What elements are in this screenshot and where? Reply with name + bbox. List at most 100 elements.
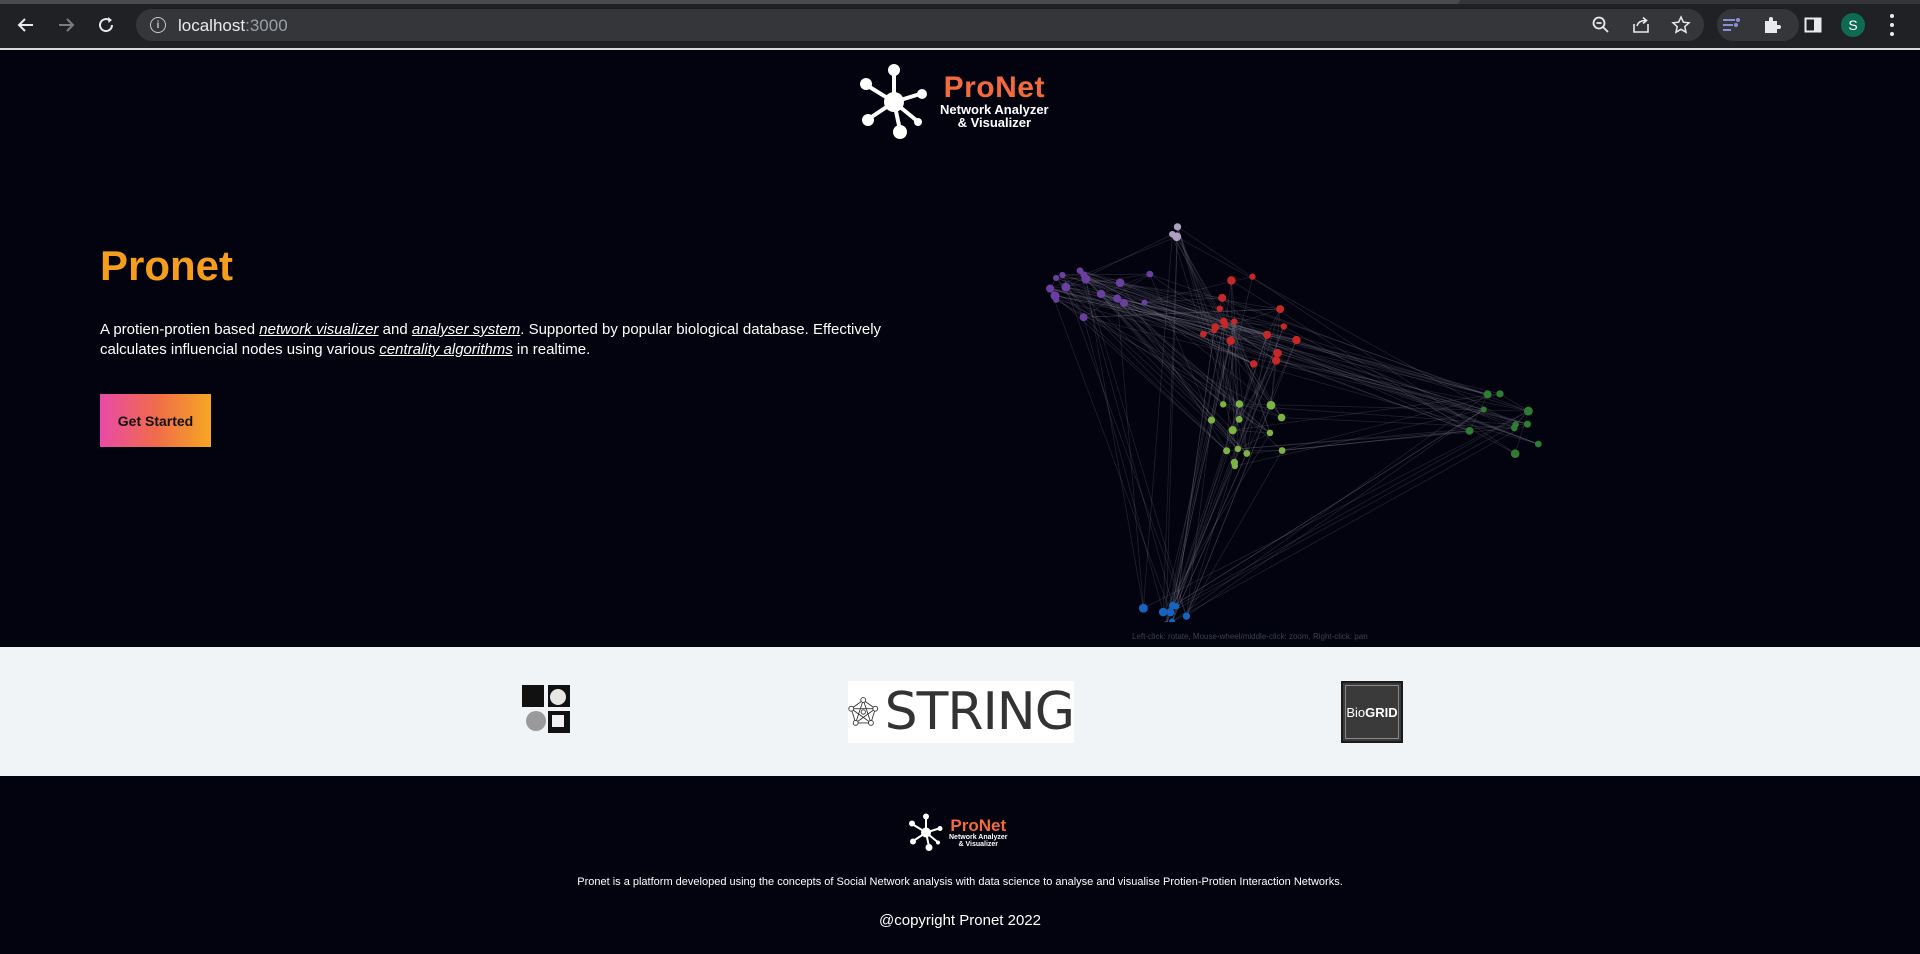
graph-node[interactable] (1113, 294, 1122, 303)
star-icon[interactable] (1670, 14, 1692, 36)
graph-node[interactable] (1271, 356, 1281, 365)
graph-node[interactable] (1512, 421, 1519, 428)
graph-node[interactable] (1277, 413, 1286, 422)
share-icon[interactable] (1630, 14, 1652, 36)
graph-node[interactable] (1059, 271, 1066, 279)
dip-database-logo-icon (522, 685, 570, 733)
graph-node[interactable] (1249, 273, 1256, 280)
graph-node[interactable] (1496, 390, 1504, 398)
footer-brand-name: ProNet (950, 815, 1007, 835)
tab-strip (0, 0, 1920, 4)
logo-wordmark: ProNet Network Analyzer & Visualizer (940, 73, 1049, 130)
graph-node[interactable] (1158, 607, 1168, 617)
url-text[interactable]: localhost:3000 (178, 16, 288, 36)
graph-node[interactable] (1292, 335, 1301, 345)
graph-node[interactable] (1243, 449, 1251, 457)
graph-node[interactable] (1218, 293, 1227, 302)
graph-edge (1175, 326, 1285, 607)
puzzle-icon[interactable] (1761, 14, 1783, 36)
dip-database-logo[interactable] (522, 681, 574, 735)
graph-node[interactable] (1228, 426, 1237, 435)
media-controls-icon[interactable] (1721, 14, 1743, 36)
graph-node[interactable] (1523, 406, 1533, 416)
arrow-right-icon (59, 18, 75, 32)
get-started-button[interactable]: Get Started (100, 394, 211, 447)
graph-node[interactable] (1523, 420, 1532, 428)
side-panel-icon[interactable] (1802, 14, 1824, 36)
forward-button[interactable] (50, 11, 82, 39)
graph-node[interactable] (1141, 299, 1148, 306)
graph-node[interactable] (1235, 400, 1244, 408)
graph-node[interactable] (1226, 336, 1235, 345)
graph-node[interactable] (1273, 348, 1282, 358)
reload-button[interactable] (90, 11, 122, 39)
graph-node[interactable] (1166, 608, 1175, 617)
graph-node[interactable] (1465, 426, 1474, 435)
string-database-logo[interactable]: STRING (848, 681, 1075, 743)
reload-icon (99, 17, 114, 33)
graph-node[interactable] (1280, 323, 1287, 330)
header-logo[interactable]: ProNet Network Analyzer & Visualizer (856, 62, 1049, 140)
graph-node[interactable] (1182, 612, 1191, 620)
graph-node[interactable] (1211, 323, 1220, 332)
graph-node[interactable] (1219, 401, 1227, 408)
graph-node[interactable] (1480, 406, 1487, 413)
graph-node[interactable] (1079, 313, 1088, 322)
graph-node[interactable] (1200, 330, 1207, 338)
graph-node[interactable] (1483, 390, 1492, 399)
graph-node[interactable] (1120, 299, 1129, 308)
graph-node[interactable] (1052, 296, 1060, 303)
graph-node[interactable] (1163, 621, 1169, 622)
graph-node[interactable] (1266, 429, 1274, 437)
graph-node[interactable] (1061, 282, 1071, 292)
hero-title: Pronet (100, 242, 234, 289)
graph-edge (1083, 316, 1528, 425)
kebab-menu-icon[interactable] (1886, 12, 1898, 38)
graph-node[interactable] (1227, 276, 1236, 285)
info-icon[interactable]: i (150, 17, 166, 33)
graph-node[interactable] (1216, 305, 1223, 312)
string-network-icon (848, 697, 879, 726)
graph-edge (1166, 419, 1212, 622)
graph-node[interactable] (1276, 305, 1285, 314)
footer-tagline-line1: Network Analyzer (949, 833, 1008, 841)
graph-node[interactable] (1046, 284, 1055, 293)
graph-node[interactable] (1096, 289, 1106, 299)
active-tab[interactable] (0, 0, 1460, 4)
protein-network-graph[interactable] (1000, 202, 1620, 622)
zoom-icon[interactable] (1590, 14, 1612, 36)
graph-node[interactable] (1510, 449, 1520, 458)
graph-node[interactable] (1053, 274, 1060, 282)
graph-node[interactable] (1223, 447, 1231, 455)
graph-node[interactable] (1235, 415, 1243, 423)
graph-node[interactable] (1168, 618, 1176, 622)
graph-node[interactable] (1534, 440, 1542, 448)
graph-node[interactable] (1231, 318, 1238, 325)
address-bar[interactable]: i localhost:3000 (136, 9, 1704, 41)
centrality-algorithms-link[interactable]: centrality algorithms (379, 341, 512, 358)
partner-databases: STRING BioGRID (0, 647, 1920, 776)
graph-node[interactable] (1168, 601, 1177, 610)
graph-node[interactable] (1266, 400, 1276, 410)
graph-node[interactable] (1278, 447, 1286, 454)
network-visualizer-link[interactable]: network visualizer (259, 321, 378, 338)
graph-node[interactable] (1173, 223, 1182, 231)
graph-controls-hint: Left-click: rotate, Mouse-wheel/middle-c… (1132, 632, 1368, 641)
graph-node[interactable] (1138, 603, 1148, 613)
graph-node[interactable] (1207, 416, 1216, 424)
graph-node[interactable] (1115, 278, 1125, 288)
graph-node[interactable] (1231, 462, 1239, 470)
graph-node[interactable] (1262, 330, 1272, 339)
footer-logo[interactable]: ProNet Network Analyzer & Visualizer (907, 812, 1007, 852)
analyser-system-link[interactable]: analyser system (412, 321, 520, 338)
graph-node[interactable] (1169, 230, 1176, 238)
graph-node[interactable] (1146, 270, 1154, 278)
graph-node[interactable] (1234, 445, 1242, 453)
graph-node[interactable] (1076, 267, 1084, 274)
graph-edge (1054, 295, 1488, 395)
back-button[interactable] (10, 11, 42, 39)
profile-avatar[interactable]: S (1841, 13, 1865, 37)
biogrid-database-logo[interactable]: BioGRID (1341, 681, 1403, 743)
graph-node[interactable] (1219, 317, 1228, 326)
graph-node[interactable] (1249, 360, 1258, 368)
